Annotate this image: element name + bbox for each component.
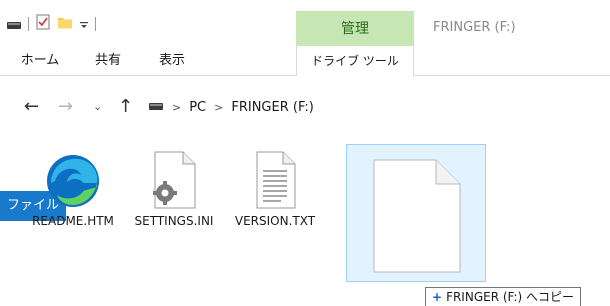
tab-home[interactable]: ホーム (10, 46, 70, 75)
back-arrow-icon[interactable]: ← (24, 90, 39, 124)
recent-locations-chevron-icon[interactable]: ⌄ (93, 90, 102, 124)
toolbar-divider (28, 17, 29, 31)
settings-file-icon (133, 145, 215, 209)
plus-icon: + (432, 290, 443, 304)
blank-document-icon (372, 159, 462, 277)
file-item-version[interactable]: VERSION.TXT (234, 145, 316, 229)
tab-share[interactable]: 共有 (84, 46, 132, 75)
customize-toolbar-icon[interactable] (79, 15, 89, 34)
edge-icon (32, 145, 114, 209)
tab-view[interactable]: 表示 (144, 46, 200, 75)
properties-icon[interactable] (35, 14, 51, 34)
window-title: FRINGER (F:) (433, 20, 516, 35)
text-file-icon (234, 145, 316, 209)
quick-access-toolbar (6, 14, 96, 34)
new-folder-icon[interactable] (57, 14, 73, 34)
breadcrumb-pc[interactable]: PC (189, 100, 206, 115)
file-item-readme[interactable]: README.HTM (32, 145, 114, 229)
drive-icon (6, 15, 22, 34)
drag-tooltip-text: FRINGER (F:) へコピー (446, 290, 575, 304)
ribbon-tabs: ファイル ホーム 共有 表示 ドライブ ツール (0, 46, 610, 221)
file-name: VERSION.TXT (234, 214, 316, 228)
breadcrumb-separator-icon[interactable]: > (214, 101, 223, 114)
up-arrow-icon[interactable]: ↑ (118, 90, 133, 124)
drive-icon (148, 99, 164, 115)
title-bar: 管理 FRINGER (F:) (0, 0, 610, 46)
toolbar-divider (95, 17, 96, 31)
breadcrumb: > PC > FRINGER (F:) (148, 90, 314, 124)
file-name: SETTINGS.INI (134, 214, 214, 228)
file-name: README.HTM (32, 214, 114, 228)
navigation-bar: ← → ⌄ ↑ > PC > FRINGER (F:) (0, 90, 610, 124)
drag-preview (346, 144, 486, 282)
breadcrumb-separator-icon[interactable]: > (172, 101, 181, 114)
drag-copy-tooltip: + FRINGER (F:) へコピー (425, 287, 582, 306)
breadcrumb-drive[interactable]: FRINGER (F:) (231, 100, 314, 115)
file-item-settings[interactable]: SETTINGS.INI (133, 145, 215, 229)
manage-context-tab[interactable]: 管理 (296, 11, 414, 46)
forward-arrow-icon[interactable]: → (58, 90, 73, 124)
tab-drive-tools[interactable]: ドライブ ツール (296, 46, 414, 76)
